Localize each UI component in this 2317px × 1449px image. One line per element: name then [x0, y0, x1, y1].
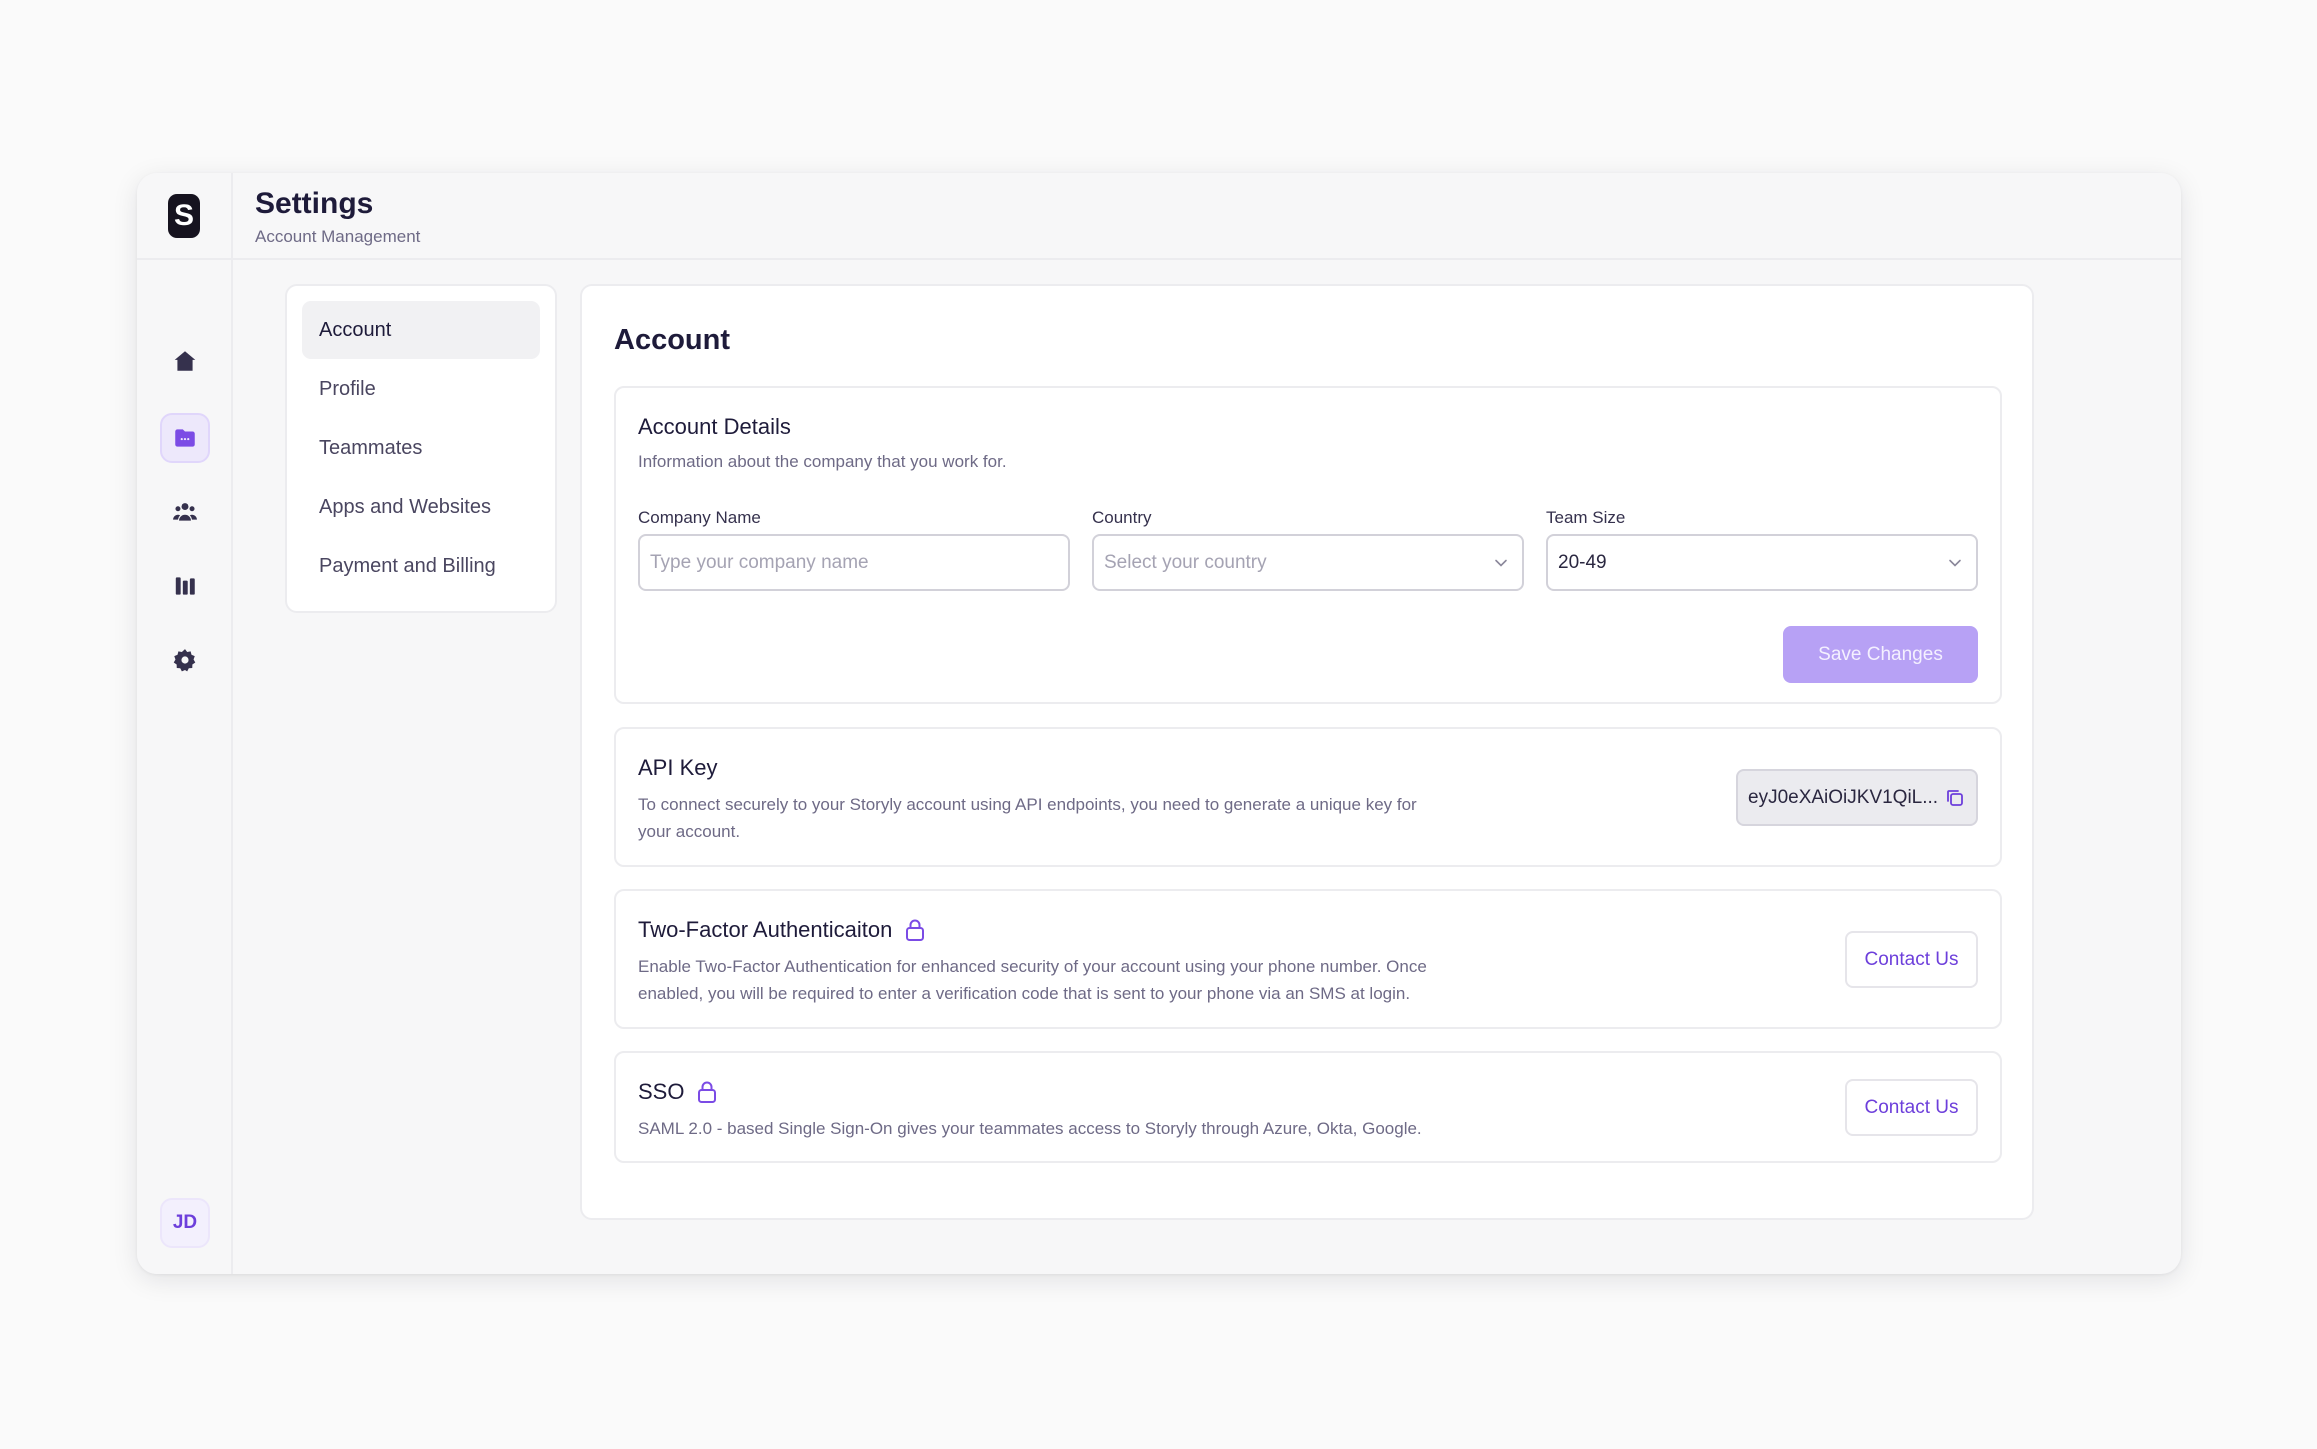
api-key-field[interactable]: eyJ0eXAiOiJKV1QiL... — [1736, 769, 1978, 826]
save-changes-button[interactable]: Save Changes — [1783, 626, 1978, 683]
settings-gear-icon — [173, 649, 196, 672]
account-details-card: Account Details Information about the co… — [614, 386, 2002, 704]
chevron-down-icon — [1495, 559, 1507, 567]
account-details-title: Account Details — [638, 414, 791, 439]
storyly-logo[interactable]: S — [168, 193, 200, 238]
left-rail: S JD — [137, 173, 233, 1274]
two-factor-title-row: Two-Factor Authenticaiton — [638, 917, 926, 943]
two-factor-title: Two-Factor Authenticaiton — [638, 917, 893, 942]
page-header: Settings Account Management — [233, 173, 2181, 260]
nav-analytics[interactable] — [160, 561, 210, 611]
folder-icon — [175, 429, 195, 447]
api-key-description-line1: To connect securely to your Storyly acco… — [638, 795, 1417, 814]
settings-nav-teammates[interactable]: Teammates — [302, 419, 540, 477]
two-factor-description-line2: enabled, you will be required to enter a… — [638, 984, 1411, 1003]
country-select[interactable]: Select your country — [1092, 534, 1524, 591]
country-select-value: Select your country — [1104, 551, 1267, 573]
nav-users[interactable] — [160, 487, 210, 537]
team-size-select[interactable]: 20-49 — [1546, 534, 1978, 591]
lock-icon — [906, 919, 925, 941]
settings-nav-account[interactable]: Account — [302, 301, 540, 359]
two-factor-card: Two-Factor Authenticaiton Enable Two-Fac… — [614, 889, 2002, 1029]
rail-logo-area: S — [137, 173, 231, 260]
nav-home[interactable] — [160, 336, 210, 386]
team-size-value: 20-49 — [1558, 551, 1607, 573]
api-key-card: API Key To connect securely to your Stor… — [614, 727, 2002, 867]
copy-icon[interactable] — [1944, 787, 1966, 809]
home-icon — [174, 351, 196, 371]
sso-card: SSO SAML 2.0 - based Single Sign-On give… — [614, 1051, 2002, 1163]
settings-nav: Account Profile Teammates Apps and Websi… — [285, 284, 557, 613]
api-key-description-line2: your account. — [638, 822, 741, 841]
team-size-label: Team Size — [1546, 508, 1626, 527]
user-avatar[interactable]: JD — [160, 1198, 210, 1248]
account-title: Account — [614, 324, 730, 356]
page-subtitle: Account Management — [255, 227, 421, 246]
settings-window: S JD Settings Account Management Account… — [137, 173, 2181, 1274]
two-factor-description-line1: Enable Two-Factor Authentication for enh… — [638, 957, 1427, 976]
settings-nav-apps-websites[interactable]: Apps and Websites — [302, 478, 540, 536]
sso-contact-button[interactable]: Contact Us — [1845, 1079, 1978, 1136]
account-details-description: Information about the company that you w… — [638, 452, 1007, 471]
nav-folder[interactable] — [160, 413, 210, 463]
api-key-title: API Key — [638, 755, 718, 780]
two-factor-contact-button[interactable]: Contact Us — [1845, 931, 1978, 988]
company-name-input[interactable]: Type your company name — [638, 534, 1070, 591]
analytics-icon — [175, 577, 195, 595]
page-title: Settings — [255, 187, 374, 220]
chevron-down-icon — [1949, 559, 1961, 567]
sso-title: SSO — [638, 1079, 685, 1104]
account-panel: Account Account Details Information abou… — [580, 284, 2034, 1220]
lock-icon — [698, 1081, 717, 1103]
sso-description: SAML 2.0 - based Single Sign-On gives yo… — [638, 1119, 1422, 1138]
nav-settings[interactable] — [160, 635, 210, 685]
users-icon — [173, 503, 197, 521]
country-label: Country — [1092, 508, 1152, 527]
company-name-label: Company Name — [638, 508, 761, 527]
settings-nav-payment-billing[interactable]: Payment and Billing — [302, 537, 540, 595]
api-key-value: eyJ0eXAiOiJKV1QiL... — [1748, 786, 1939, 808]
settings-nav-profile[interactable]: Profile — [302, 360, 540, 418]
sso-title-row: SSO — [638, 1079, 718, 1105]
